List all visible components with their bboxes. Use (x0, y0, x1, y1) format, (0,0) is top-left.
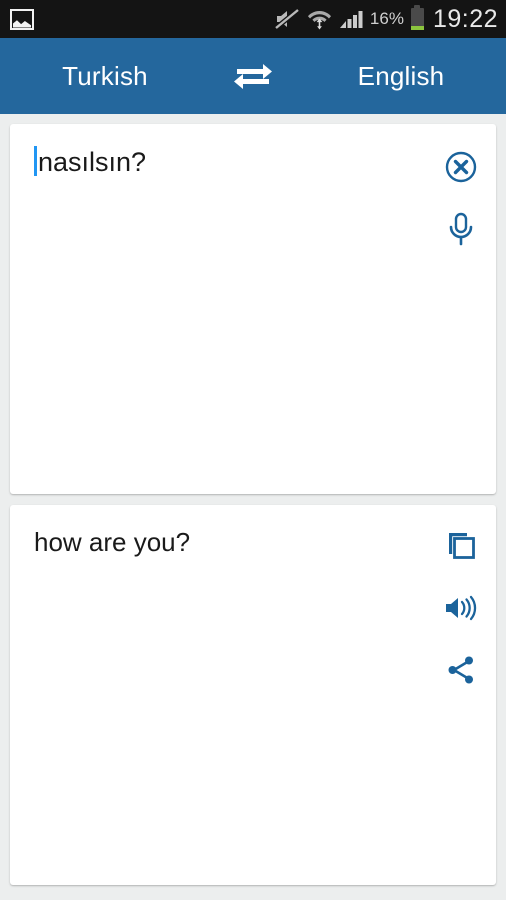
swap-horizontal-icon (231, 58, 275, 94)
volume-up-icon (443, 593, 479, 623)
copy-button[interactable] (426, 515, 496, 577)
source-language-button[interactable]: Turkish (0, 61, 210, 92)
wifi-data-icon (307, 8, 332, 31)
microphone-icon (445, 211, 477, 247)
source-text-area[interactable]: nasılsın? (10, 124, 496, 178)
microphone-button[interactable] (426, 198, 496, 260)
clear-button[interactable] (426, 136, 496, 198)
battery-percent-label: 16% (369, 9, 404, 28)
translation-card-actions (426, 505, 496, 701)
source-text-input[interactable]: nasılsın? (34, 146, 146, 178)
translation-text: how are you? (34, 527, 191, 557)
swap-languages-button[interactable] (210, 58, 296, 94)
target-language-button[interactable]: English (296, 61, 506, 92)
status-bar-indicators: 16% 19:22 (274, 5, 498, 34)
source-text-value: nasılsın? (38, 147, 147, 177)
close-circle-icon (444, 150, 478, 184)
source-card-actions (426, 124, 496, 260)
status-bar: 16% 19:22 (0, 0, 506, 38)
status-bar-notifications (10, 8, 34, 30)
copy-icon (445, 530, 477, 562)
clock-label: 19:22 (432, 4, 498, 33)
mute-icon (274, 8, 300, 30)
source-text-card[interactable]: nasılsın? (10, 124, 496, 494)
battery-icon (410, 5, 424, 30)
gallery-icon (10, 8, 34, 30)
share-icon (445, 654, 477, 686)
translation-text-area: how are you? (10, 505, 496, 558)
translation-result-card[interactable]: how are you? (10, 505, 496, 885)
language-action-bar: Turkish English (0, 38, 506, 114)
text-caret (34, 146, 37, 176)
speak-button[interactable] (426, 577, 496, 639)
app-screen: 16% 19:22 Turkish English nasılsın? how … (0, 0, 506, 900)
share-button[interactable] (426, 639, 496, 701)
cellular-signal-icon (339, 8, 363, 30)
